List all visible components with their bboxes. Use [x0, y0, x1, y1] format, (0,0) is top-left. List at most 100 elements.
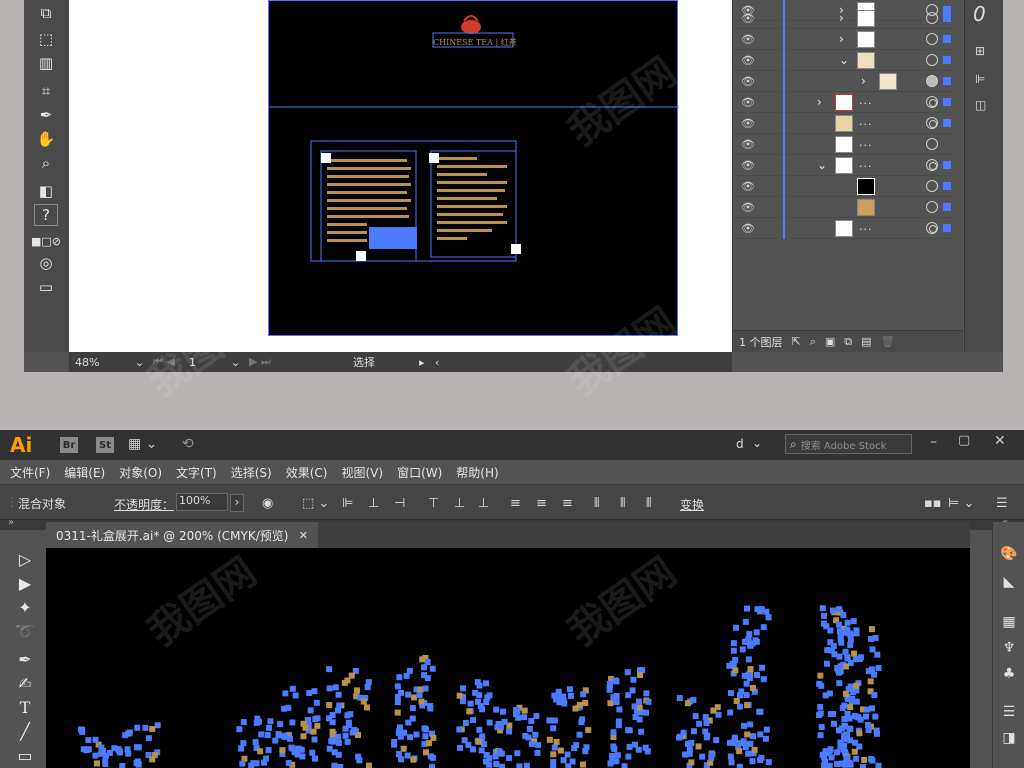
selection-indicator[interactable]	[943, 203, 951, 211]
artboards-icon[interactable]: ⊞	[975, 44, 985, 58]
distribute-right-icon[interactable]: ⫴	[646, 494, 651, 512]
new-sublayer-icon[interactable]: ⧉	[844, 335, 852, 349]
gradient-icon[interactable]: ◣	[999, 572, 1019, 592]
nav-last-icon[interactable]: ▶ ⏭	[249, 355, 309, 369]
chevron-down-icon[interactable]: ⌄	[839, 53, 849, 67]
expand-icon[interactable]: »	[8, 517, 14, 528]
menu-object[interactable]: 对象(O)	[119, 464, 162, 481]
selection-indicator[interactable]	[943, 161, 951, 169]
target-icon[interactable]	[926, 96, 938, 108]
align-left-icon[interactable]: ⊫	[342, 494, 353, 512]
glyphs-icon[interactable]: 0	[973, 2, 986, 26]
align-middle-icon[interactable]: ⊥	[454, 494, 465, 512]
distribute-bottom-icon[interactable]: ≡	[562, 494, 573, 512]
layer-row[interactable]: 👁 ⌄ ...	[733, 155, 955, 176]
opacity-input[interactable]: 100%	[176, 493, 228, 511]
layer-row[interactable]: 👁 › ...	[733, 92, 955, 113]
selection-indicator[interactable]	[943, 224, 951, 232]
transform-link[interactable]: 变换	[680, 496, 704, 513]
eye-icon[interactable]: 👁	[741, 12, 755, 25]
nav-first-icon[interactable]: ⏮ ◀	[153, 355, 189, 369]
chevron-right-icon[interactable]: ›	[861, 74, 866, 88]
distribute-left-icon[interactable]: ⫴	[594, 494, 599, 512]
column-graph-icon[interactable]: ▥	[34, 52, 58, 74]
swatches-icon[interactable]: ▦	[999, 612, 1019, 632]
rectangle-tool-icon[interactable]: ▭	[13, 744, 37, 766]
fill-stroke-icon[interactable]: ◧	[34, 180, 58, 202]
eye-icon[interactable]: 👁	[741, 222, 755, 235]
document-tab[interactable]: 0311-礼盒展开.ai* @ 200% (CMYK/预览) ✕	[46, 522, 318, 548]
distribute-top-icon[interactable]: ≡	[510, 494, 521, 512]
maximize-icon[interactable]: ▢	[958, 433, 970, 448]
chevron-down-icon[interactable]: ⌄	[752, 436, 762, 450]
align-top-icon[interactable]: ⊤	[428, 494, 439, 512]
layer-row[interactable]: 👁 ...	[733, 218, 955, 239]
play-icon[interactable]: ▸	[419, 356, 435, 369]
magic-wand-icon[interactable]: ✦	[13, 596, 37, 618]
menu-effect[interactable]: 效果(C)	[286, 464, 328, 481]
menu-type[interactable]: 文字(T)	[176, 464, 217, 481]
stock-button[interactable]: St	[96, 437, 114, 453]
target-icon[interactable]	[926, 75, 938, 87]
align-center-icon[interactable]: ⊥	[368, 494, 379, 512]
selection-indicator[interactable]	[943, 14, 951, 22]
sync-icon[interactable]: ⟲	[182, 436, 194, 452]
close-window-icon[interactable]: ✕	[994, 433, 1006, 449]
eye-icon[interactable]: 👁	[741, 75, 755, 88]
draw-mode-icon[interactable]: ◎	[34, 252, 58, 274]
curvature-tool-icon[interactable]: ✍	[13, 672, 37, 694]
zoom-level[interactable]: 48%	[75, 356, 135, 369]
recolor-icon[interactable]: ◉	[262, 494, 273, 512]
layer-row[interactable]: 👁	[733, 197, 955, 218]
document-canvas[interactable]	[46, 548, 970, 768]
workspace-layout-icon[interactable]: ▦ ⌄	[128, 436, 157, 452]
target-icon[interactable]	[926, 117, 938, 129]
arrange-icon[interactable]: ⊨ ⌄	[948, 494, 974, 512]
pathfinder-icon[interactable]: ◫	[975, 98, 986, 112]
direct-selection-icon[interactable]: ▶	[13, 572, 37, 594]
artboard[interactable]: CHINESE TEA | 红茶	[268, 0, 679, 336]
locate-object-icon[interactable]: ⌕	[810, 335, 816, 349]
eye-icon[interactable]: 👁	[741, 201, 755, 214]
artboard-tool-icon[interactable]: ⌗	[34, 80, 58, 102]
eye-icon[interactable]: 👁	[741, 117, 755, 130]
menu-edit[interactable]: 编辑(E)	[64, 464, 105, 481]
menu-select[interactable]: 选择(S)	[231, 464, 272, 481]
selection-indicator[interactable]	[943, 77, 951, 85]
distribute-center-icon[interactable]: ⫴	[620, 494, 625, 512]
selection-indicator[interactable]	[943, 35, 951, 43]
type-tool-icon[interactable]: T	[13, 696, 37, 718]
color-palette-icon[interactable]: 🎨	[999, 544, 1019, 564]
target-icon[interactable]	[926, 54, 938, 66]
layer-row[interactable]: 👁 ...	[733, 134, 955, 155]
color-mode-icon[interactable]: ■□⊘	[31, 230, 61, 252]
transparency-icon[interactable]: ◨	[999, 728, 1019, 748]
isolate-icon[interactable]: ▪▪	[924, 494, 942, 512]
help-icon[interactable]: ?	[34, 204, 58, 226]
delete-layer-icon[interactable]: 🗑	[881, 335, 895, 348]
target-icon[interactable]	[926, 33, 938, 45]
align-bottom-icon[interactable]: ⊥	[478, 494, 489, 512]
eye-icon[interactable]: 👁	[741, 159, 755, 172]
menu-window[interactable]: 窗口(W)	[397, 464, 442, 481]
target-icon[interactable]	[926, 222, 938, 234]
chevron-right-icon[interactable]: ›	[839, 32, 844, 46]
close-tab-icon[interactable]: ✕	[299, 529, 308, 542]
layer-row[interactable]: 👁 ...	[733, 113, 955, 134]
target-icon[interactable]	[926, 12, 938, 24]
align-right-icon[interactable]: ⊣	[394, 494, 405, 512]
lasso-tool-icon[interactable]: ➰	[13, 620, 37, 642]
stroke-icon[interactable]: ☰	[999, 702, 1019, 722]
new-layer-icon[interactable]: ▤	[861, 335, 871, 348]
reference-point-icon[interactable]: ⬚ ⌄	[302, 494, 329, 512]
scroll-left-icon[interactable]: ‹	[435, 356, 451, 369]
selection-indicator[interactable]	[943, 98, 951, 106]
export-icon[interactable]: ⇱	[792, 335, 801, 348]
layer-row[interactable]: 👁 ›	[733, 8, 955, 29]
bridge-button[interactable]: Br	[60, 437, 78, 453]
user-initial[interactable]: d	[736, 437, 744, 451]
chevron-down-icon[interactable]: ⌄	[135, 356, 153, 369]
menu-help[interactable]: 帮助(H)	[456, 464, 498, 481]
symbol-sprayer-icon[interactable]: ⧉	[34, 2, 58, 24]
clipping-mask-icon[interactable]: ▣	[825, 335, 835, 348]
